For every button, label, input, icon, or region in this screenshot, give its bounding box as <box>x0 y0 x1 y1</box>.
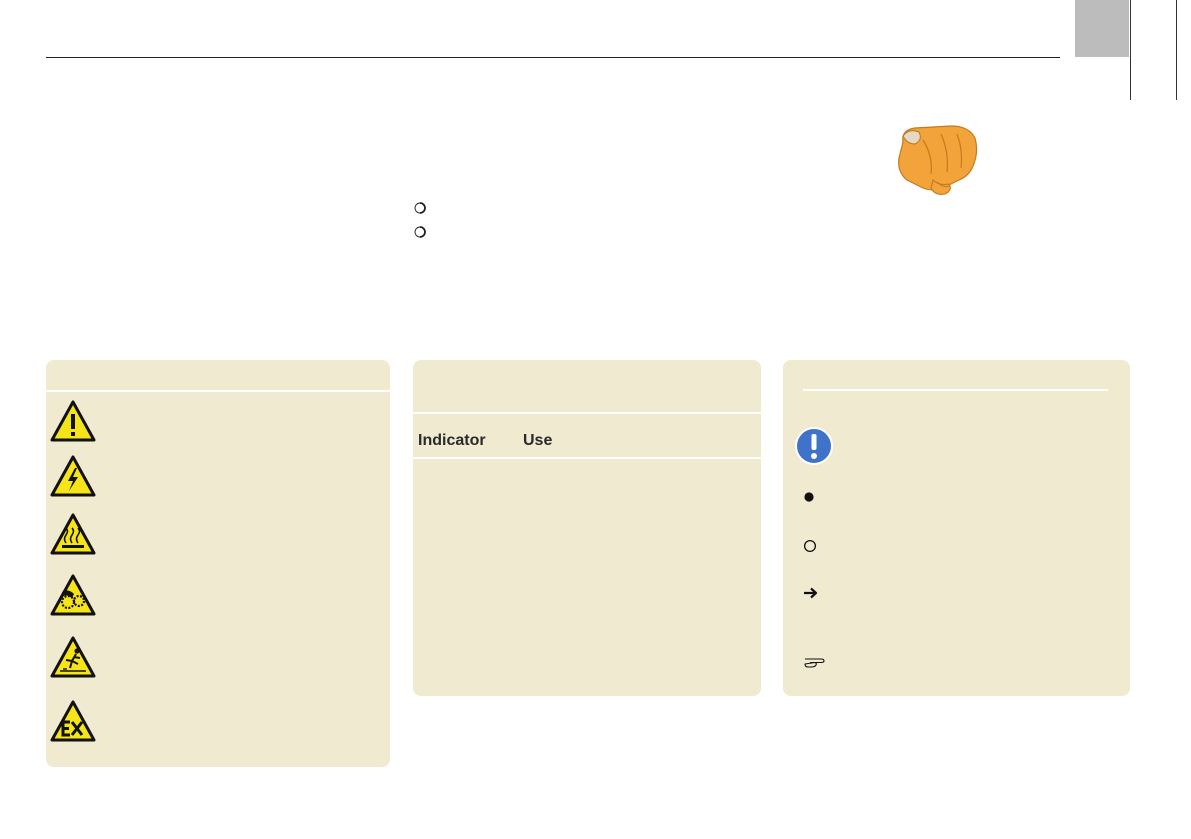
important-info-icon <box>795 427 833 465</box>
pointing-hand-icon <box>898 125 978 195</box>
open-bullet-icon <box>803 539 817 553</box>
table-header-rule <box>413 457 761 459</box>
panel-divider <box>803 389 1108 391</box>
column-header-indicator: Indicator <box>418 432 486 449</box>
indicator-table-panel <box>413 360 761 696</box>
slip-hazard-icon <box>50 636 96 678</box>
page-edge-line <box>1130 0 1131 100</box>
page-tab <box>1075 0 1129 57</box>
panel-divider <box>46 390 390 392</box>
entanglement-hazard-icon <box>50 574 96 616</box>
hazard-signs-panel <box>46 360 390 767</box>
page-edge-line-outer <box>1176 0 1177 100</box>
header-rule <box>46 57 1060 58</box>
general-warning-icon <box>50 400 96 442</box>
hot-surface-icon <box>50 513 96 555</box>
table-top-rule <box>413 412 761 414</box>
ring-bullet-icon <box>414 226 426 238</box>
filled-bullet-icon <box>804 492 814 502</box>
ring-bullet-icon <box>414 202 426 214</box>
symbols-legend-panel <box>783 360 1130 696</box>
explosive-atmosphere-icon <box>50 700 96 742</box>
column-header-use: Use <box>523 432 553 449</box>
electrical-hazard-icon <box>50 455 96 497</box>
pointing-hand-small-icon <box>804 658 825 668</box>
arrow-right-icon <box>804 587 818 599</box>
